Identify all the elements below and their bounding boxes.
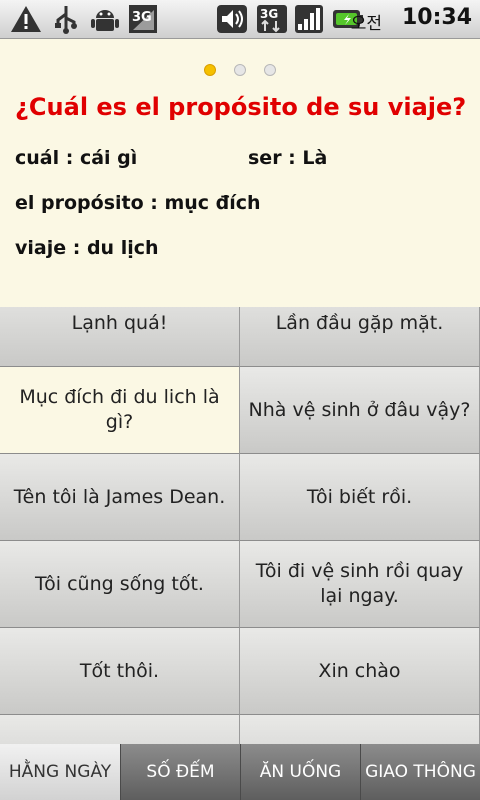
page-dot-1[interactable]: [204, 64, 216, 76]
phrase-cell[interactable]: Lạnh quá!: [0, 307, 240, 367]
tab-food[interactable]: ĂN UỐNG: [240, 744, 360, 800]
vocab-item: el propósito : mục đích: [15, 192, 261, 214]
category-tabs: HẰNG NGÀY SỐ ĐẾM ĂN UỐNG GIAO THÔNG: [0, 744, 480, 800]
ampm-label: 오전: [350, 14, 382, 34]
phrase-cell[interactable]: Nhà vệ sinh ở đâu vậy?: [240, 367, 480, 454]
page-indicator: [0, 61, 480, 80]
vocab-item: ser : Là: [248, 147, 328, 169]
vocab-item: cuál : cái gì: [15, 147, 138, 169]
phrase-cell[interactable]: Xin chào: [240, 628, 480, 715]
3g-icon: 3G: [129, 5, 157, 33]
warning-icon: [11, 6, 41, 32]
phrase-cell[interactable]: Tôi đi vệ sinh rồi quay lại ngay.: [240, 541, 480, 628]
phrase-cell[interactable]: Tôi cũng sống tốt.: [0, 541, 240, 628]
phrase-cell[interactable]: Tôi biết rồi.: [240, 454, 480, 541]
question-text: ¿Cuál es el propósito de su viaje?: [15, 93, 467, 121]
status-bar: 3G 3G 오전 10:34: [0, 0, 480, 39]
phrase-cell[interactable]: Tốt thôi.: [0, 628, 240, 715]
tab-transport[interactable]: GIAO THÔNG: [360, 744, 480, 800]
phrase-grid: Lạnh quá! Lần đầu gặp mặt. Mục đích đi d…: [0, 307, 480, 744]
phrase-cell[interactable]: [0, 715, 240, 744]
signal-icon: [295, 5, 323, 33]
phrase-cell[interactable]: Tên tôi là James Dean.: [0, 454, 240, 541]
3g-data-icon: 3G: [257, 5, 287, 33]
question-card: ¿Cuál es el propósito de su viaje? cuál …: [0, 39, 480, 307]
clock-time: 10:34: [401, 5, 472, 30]
tab-numbers[interactable]: SỐ ĐẾM: [120, 744, 240, 800]
svg-text:3G: 3G: [132, 10, 152, 25]
phrase-cell[interactable]: [240, 715, 480, 744]
usb-icon: [55, 6, 77, 34]
svg-text:3G: 3G: [260, 7, 278, 21]
phrase-cell-selected[interactable]: Mục đích đi du lich là gì?: [0, 367, 240, 454]
tab-daily[interactable]: HẰNG NGÀY: [0, 744, 120, 800]
volume-icon: [217, 5, 247, 33]
android-debug-icon: [91, 10, 119, 31]
vocab-item: viaje : du lịch: [15, 237, 159, 259]
phrase-cell[interactable]: Lần đầu gặp mặt.: [240, 307, 480, 367]
page-dot-3[interactable]: [264, 64, 276, 76]
page-dot-2[interactable]: [234, 64, 246, 76]
